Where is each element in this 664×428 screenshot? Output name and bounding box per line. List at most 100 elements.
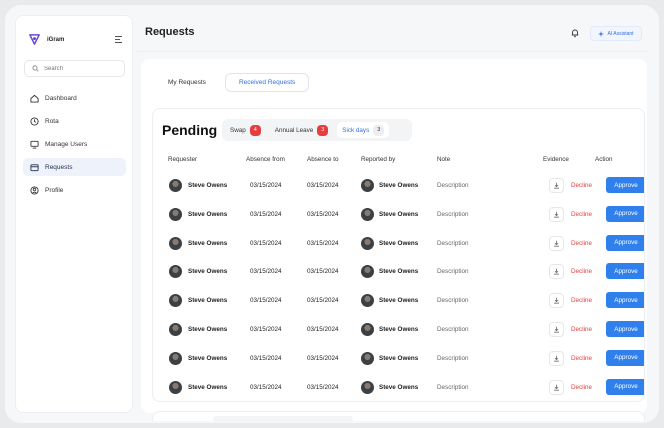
sidebar-item-requests[interactable]: Requests bbox=[23, 158, 126, 176]
approve-button[interactable]: Approve bbox=[606, 263, 644, 280]
reported-by-name: Steve Owens bbox=[379, 354, 419, 362]
download-evidence-button[interactable] bbox=[549, 264, 564, 280]
approve-button[interactable]: Approve bbox=[606, 205, 644, 222]
absence-to: 03/15/2024 bbox=[307, 239, 339, 247]
absence-from: 03/15/2024 bbox=[250, 383, 282, 391]
requester-name: Steve Owens bbox=[188, 354, 228, 362]
filter-swap[interactable]: Swap 4 bbox=[225, 122, 266, 138]
header: Requests AI Assistant bbox=[137, 15, 649, 51]
search-box[interactable] bbox=[24, 60, 125, 77]
download-evidence-button[interactable] bbox=[549, 178, 564, 193]
tab-my-requests[interactable]: My Requests bbox=[155, 73, 219, 92]
sidebar-nav: Dashboard Rota Manage Users Requests Pro… bbox=[23, 89, 126, 204]
approve-button[interactable]: Approve bbox=[606, 349, 644, 366]
sidebar: iGram Dashboard Rota bbox=[15, 15, 133, 413]
bell-icon[interactable] bbox=[570, 28, 580, 38]
decline-button[interactable]: Decline bbox=[571, 268, 592, 275]
decline-button[interactable]: Decline bbox=[571, 355, 592, 362]
menu-toggle-icon[interactable] bbox=[115, 36, 122, 43]
download-evidence-button[interactable] bbox=[549, 206, 564, 222]
absence-from: 03/15/2024 bbox=[250, 354, 282, 362]
download-evidence-button[interactable] bbox=[549, 322, 564, 337]
download-evidence-button[interactable] bbox=[549, 350, 564, 366]
avatar bbox=[169, 236, 182, 250]
filter-label: Sick days bbox=[342, 126, 370, 134]
avatar bbox=[361, 207, 374, 221]
requester-name: Steve Owens bbox=[188, 268, 228, 276]
ai-assistant-button[interactable]: AI Assistant bbox=[590, 26, 642, 41]
approve-button[interactable]: Approve bbox=[606, 177, 644, 193]
page-title: Requests bbox=[145, 26, 195, 38]
download-icon bbox=[554, 182, 559, 189]
sidebar-item-profile[interactable]: Profile bbox=[23, 181, 126, 199]
requester-name: Steve Owens bbox=[188, 297, 228, 305]
decline-button[interactable]: Decline bbox=[571, 326, 592, 333]
absence-to: 03/15/2024 bbox=[307, 326, 339, 333]
search-input[interactable] bbox=[44, 65, 124, 72]
download-icon bbox=[554, 326, 559, 333]
approve-button[interactable]: Approve bbox=[606, 234, 644, 251]
sparkle-icon bbox=[598, 30, 605, 37]
tab-received-requests[interactable]: Received Requests bbox=[224, 73, 310, 92]
search-icon bbox=[32, 65, 39, 72]
requester-name: Steve Owens bbox=[188, 210, 228, 218]
column-header-note: Note bbox=[437, 156, 451, 163]
download-icon bbox=[554, 355, 559, 362]
decline-button[interactable]: Decline bbox=[571, 384, 592, 391]
download-icon bbox=[554, 240, 559, 247]
table-row: Steve Owens 03/15/2024 03/15/2024 Steve Owe… bbox=[153, 201, 644, 230]
inbox-icon bbox=[30, 163, 39, 171]
download-icon bbox=[554, 211, 559, 218]
absence-from: 03/15/2024 bbox=[250, 268, 282, 276]
column-header-action: Action bbox=[595, 156, 613, 163]
absence-to: 03/15/2024 bbox=[307, 268, 339, 276]
avatar bbox=[169, 323, 182, 336]
approve-button[interactable]: Approve bbox=[606, 378, 644, 395]
reported-by-name: Steve Owens bbox=[379, 297, 419, 305]
download-evidence-button[interactable] bbox=[549, 293, 564, 309]
avatar bbox=[169, 380, 182, 394]
sidebar-item-label: Profile bbox=[45, 186, 64, 194]
avatar bbox=[361, 236, 374, 250]
brand-logo-icon bbox=[29, 34, 40, 45]
column-header-absence-to: Absence to bbox=[307, 156, 339, 163]
avatar bbox=[361, 380, 374, 394]
filter-label: Swap bbox=[230, 126, 246, 134]
download-evidence-button[interactable] bbox=[549, 235, 564, 251]
table-row: Steve Owens 03/15/2024 03/15/2024 Steve Owe… bbox=[153, 258, 644, 287]
reported-by-name: Steve Owens bbox=[379, 326, 419, 333]
approve-button[interactable]: Approve bbox=[606, 292, 644, 309]
table-row: Steve Owens 03/15/2024 03/15/2024 Steve Owe… bbox=[153, 287, 644, 316]
approve-button[interactable]: Approve bbox=[606, 321, 644, 337]
absence-to: 03/15/2024 bbox=[307, 354, 339, 362]
request-tabs: My Requests Received Requests bbox=[155, 73, 310, 92]
filter-annual-leave[interactable]: Annual Leave 3 bbox=[270, 122, 334, 138]
decline-button[interactable]: Decline bbox=[571, 297, 592, 304]
table-row: Steve Owens 03/15/2024 03/15/2024 Steve Owe… bbox=[153, 172, 644, 201]
sidebar-item-label: Rota bbox=[45, 117, 59, 125]
decline-button[interactable]: Decline bbox=[571, 182, 592, 189]
decline-button[interactable]: Decline bbox=[571, 240, 592, 247]
brand[interactable]: iGram bbox=[28, 33, 64, 46]
absence-from: 03/15/2024 bbox=[250, 297, 282, 305]
filter-sick-days[interactable]: Sick days 3 bbox=[337, 122, 390, 138]
note-text: Description bbox=[437, 354, 469, 362]
sidebar-item-label: Requests bbox=[45, 163, 73, 171]
reported-by-name: Steve Owens bbox=[379, 383, 419, 391]
sidebar-item-manage-users[interactable]: Manage Users bbox=[23, 135, 126, 153]
note-text: Description bbox=[437, 297, 469, 305]
reported-by-name: Steve Owens bbox=[379, 182, 419, 189]
download-icon bbox=[554, 269, 559, 275]
column-header-requester: Requester bbox=[168, 156, 198, 163]
reported-by-name: Steve Owens bbox=[379, 239, 419, 247]
decline-button[interactable]: Decline bbox=[571, 211, 592, 218]
sidebar-item-label: Manage Users bbox=[45, 140, 88, 148]
filter-group: Swap 4 Annual Leave 3 Sick days 3 bbox=[222, 119, 412, 141]
download-icon bbox=[554, 297, 559, 304]
note-text: Description bbox=[437, 383, 469, 391]
table-row: Steve Owens 03/15/2024 03/15/2024 Steve Owe… bbox=[153, 230, 644, 259]
sidebar-item-rota[interactable]: Rota bbox=[23, 112, 126, 130]
column-header-reported-by: Reported by bbox=[361, 156, 396, 163]
download-evidence-button[interactable] bbox=[549, 379, 564, 395]
sidebar-item-dashboard[interactable]: Dashboard bbox=[23, 89, 126, 107]
